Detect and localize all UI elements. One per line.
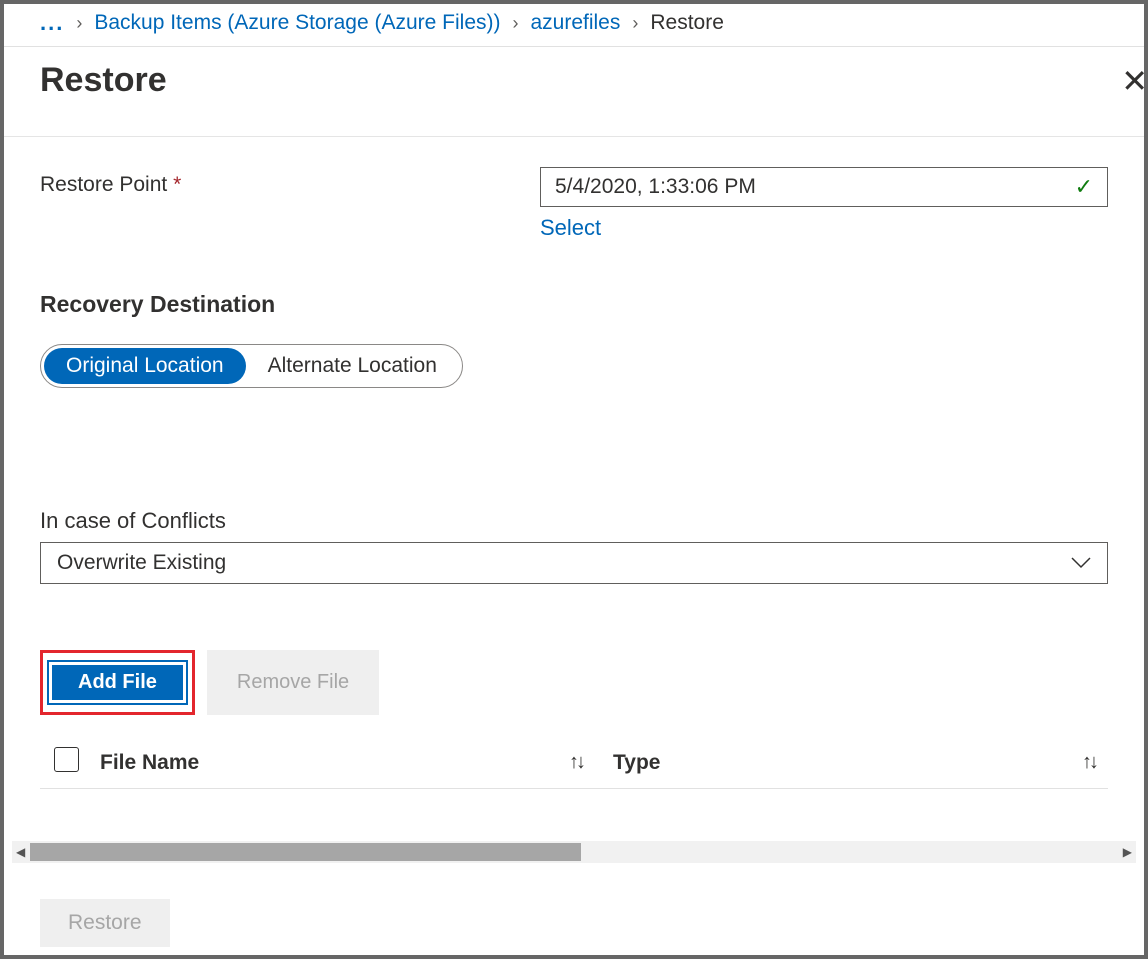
recovery-destination-heading: Recovery Destination <box>40 291 1108 318</box>
scroll-left-icon[interactable]: ◀ <box>16 845 25 859</box>
restore-button[interactable]: Restore <box>40 899 170 947</box>
column-type[interactable]: Type ↑↓ <box>613 751 1108 775</box>
page-header: Restore ✕ <box>4 47 1144 137</box>
chevron-right-icon: › <box>512 13 518 34</box>
check-icon: ✓ <box>1075 174 1093 200</box>
restore-point-field: Restore Point * 5/4/2020, 1:33:06 PM ✓ S… <box>40 167 1108 241</box>
restore-point-label: Restore Point * <box>40 167 540 197</box>
restore-point-input[interactable]: 5/4/2020, 1:33:06 PM ✓ <box>540 167 1108 207</box>
empty-table-message: No Files/Folders selected, please click … <box>40 789 1108 817</box>
add-file-highlight: Add File <box>40 650 195 715</box>
sort-icon: ↑↓ <box>1082 751 1096 774</box>
conflicts-label: In case of Conflicts <box>40 508 1108 534</box>
required-marker: * <box>173 173 181 196</box>
breadcrumb: ... › Backup Items (Azure Storage (Azure… <box>4 4 1144 47</box>
breadcrumb-link-backup-items[interactable]: Backup Items (Azure Storage (Azure Files… <box>94 11 500 35</box>
breadcrumb-current: Restore <box>650 11 724 35</box>
add-file-button[interactable]: Add File <box>49 662 186 703</box>
footer: Restore <box>40 899 170 947</box>
toggle-original-location[interactable]: Original Location <box>44 348 246 384</box>
conflicts-value: Overwrite Existing <box>57 551 226 575</box>
breadcrumb-ellipsis[interactable]: ... <box>40 10 64 36</box>
page-title: Restore <box>40 61 167 100</box>
scrollbar-thumb[interactable] <box>30 843 581 861</box>
select-all-checkbox[interactable] <box>54 747 79 772</box>
file-action-row: Add File Remove File <box>40 650 1108 715</box>
recovery-destination-toggle: Original Location Alternate Location <box>40 344 463 388</box>
conflicts-dropdown[interactable]: Overwrite Existing <box>40 542 1108 584</box>
toggle-alternate-location[interactable]: Alternate Location <box>246 348 459 384</box>
restore-point-value: 5/4/2020, 1:33:06 PM <box>555 175 756 199</box>
sort-icon: ↑↓ <box>569 751 583 774</box>
close-icon[interactable]: ✕ <box>1121 62 1148 100</box>
chevron-right-icon: › <box>632 13 638 34</box>
breadcrumb-link-azurefiles[interactable]: azurefiles <box>530 11 620 35</box>
scroll-right-icon[interactable]: ▶ <box>1123 845 1132 859</box>
horizontal-scrollbar[interactable]: ◀ ▶ <box>12 841 1136 863</box>
chevron-down-icon <box>1071 553 1091 574</box>
column-filename[interactable]: File Name ↑↓ <box>100 751 613 775</box>
file-table-header: File Name ↑↓ Type ↑↓ <box>40 747 1108 789</box>
chevron-right-icon: › <box>76 13 82 34</box>
select-restore-point-link[interactable]: Select <box>540 215 601 241</box>
remove-file-button[interactable]: Remove File <box>207 650 379 715</box>
